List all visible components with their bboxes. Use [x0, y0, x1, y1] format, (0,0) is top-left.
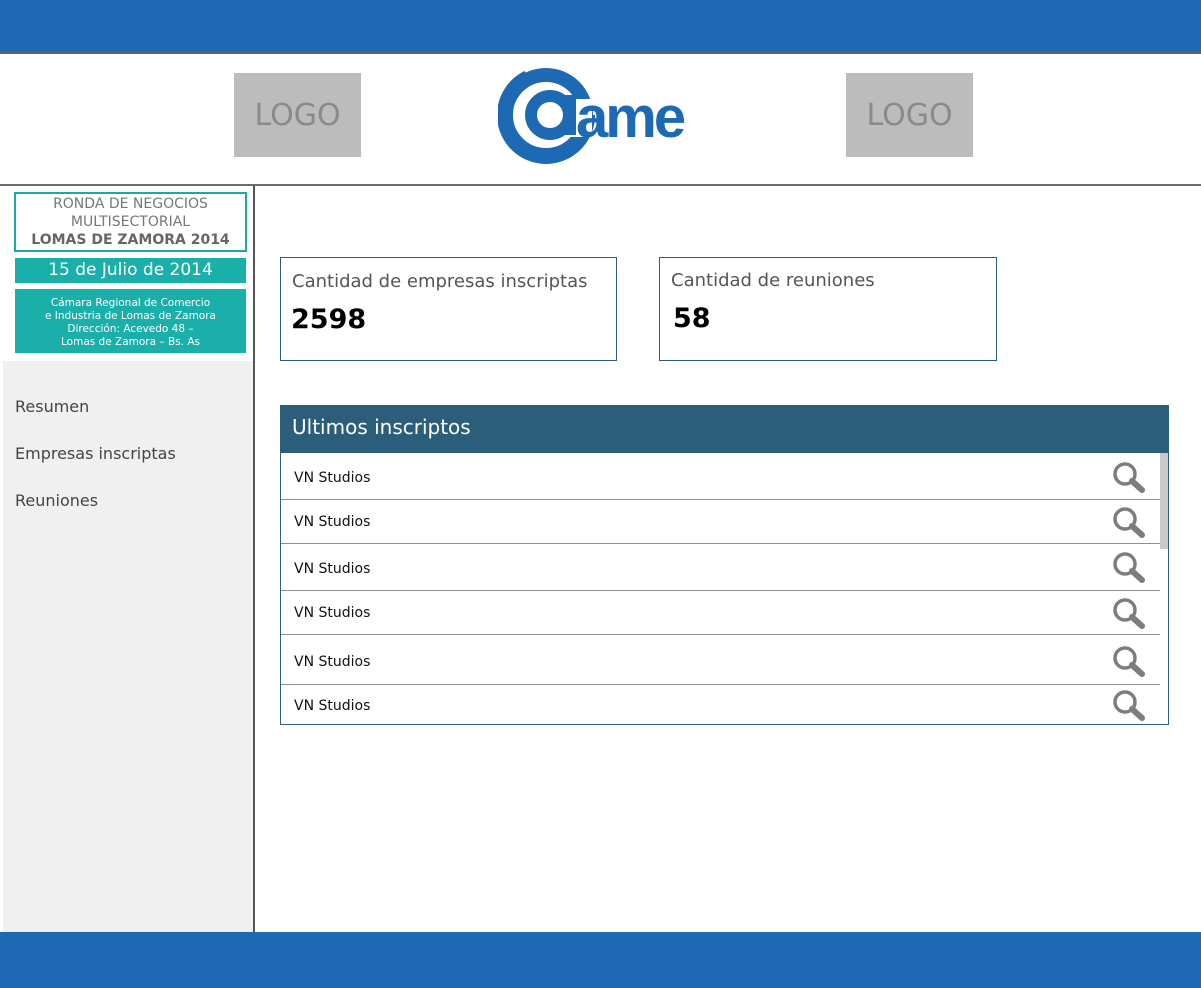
- search-icon[interactable]: [1111, 551, 1147, 583]
- stat-label: Cantidad de reuniones: [671, 270, 875, 291]
- came-logo-text: ame: [576, 85, 685, 150]
- list-scrollbar[interactable]: [1160, 453, 1168, 724]
- event-title-line3: LOMAS DE ZAMORA 2014: [31, 232, 230, 248]
- nav-item-empresas-inscriptas[interactable]: Empresas inscriptas: [15, 444, 176, 463]
- stat-value: 58: [673, 303, 711, 334]
- search-icon[interactable]: [1111, 461, 1147, 493]
- header: LOGO ame LOGO: [0, 54, 1201, 186]
- company-name: VN Studios: [294, 514, 371, 530]
- stat-value: 2598: [291, 304, 367, 335]
- address-line: e Industria de Lomas de Zamora: [45, 310, 216, 322]
- nav-item-resumen[interactable]: Resumen: [15, 397, 89, 416]
- event-title-box: RONDA DE NEGOCIOS MULTISECTORIAL LOMAS D…: [14, 192, 247, 252]
- address-line: Lomas de Zamora – Bs. As: [61, 336, 200, 348]
- list-item[interactable]: VN Studios: [281, 544, 1160, 591]
- company-name: VN Studios: [294, 605, 371, 621]
- company-name: VN Studios: [294, 698, 371, 714]
- event-title-line1: RONDA DE NEGOCIOS: [53, 196, 208, 212]
- bottom-bar: [0, 932, 1201, 988]
- logo-placeholder-right: LOGO: [846, 73, 973, 157]
- company-name: VN Studios: [294, 654, 371, 670]
- search-icon[interactable]: [1111, 506, 1147, 538]
- latest-registrations-panel: Ultimos inscriptos VN Studios VN Studios…: [280, 405, 1169, 725]
- stat-card-empresas: Cantidad de empresas inscriptas 2598: [280, 257, 617, 361]
- top-bar: [0, 0, 1201, 54]
- event-date: 15 de Julio de 2014: [15, 258, 246, 283]
- list-item[interactable]: VN Studios: [281, 591, 1160, 635]
- event-title-line2: MULTISECTORIAL: [70, 214, 191, 230]
- stat-label: Cantidad de empresas inscriptas: [292, 271, 588, 292]
- event-address: Cámara Regional de Comercio e Industria …: [15, 289, 246, 353]
- search-icon[interactable]: [1111, 645, 1147, 677]
- panel-title: Ultimos inscriptos: [281, 406, 1168, 453]
- search-icon[interactable]: [1111, 689, 1147, 721]
- sidebar: RONDA DE NEGOCIOS MULTISECTORIAL LOMAS D…: [3, 186, 255, 932]
- list-item[interactable]: VN Studios: [281, 500, 1160, 544]
- scrollbar-thumb[interactable]: [1160, 453, 1168, 549]
- list-item[interactable]: VN Studios: [281, 635, 1160, 685]
- event-info: RONDA DE NEGOCIOS MULTISECTORIAL LOMAS D…: [3, 186, 253, 361]
- came-logo: ame: [498, 66, 688, 164]
- nav-item-reuniones[interactable]: Reuniones: [15, 491, 98, 510]
- list-item[interactable]: VN Studios: [281, 453, 1160, 500]
- stat-card-reuniones: Cantidad de reuniones 58: [659, 257, 997, 361]
- company-name: VN Studios: [294, 470, 371, 486]
- logo-placeholder-left: LOGO: [234, 73, 361, 157]
- address-line: Dirección: Acevedo 48 –: [67, 323, 194, 335]
- search-icon[interactable]: [1111, 597, 1147, 629]
- company-name: VN Studios: [294, 561, 371, 577]
- list-item[interactable]: VN Studios: [281, 685, 1160, 724]
- address-line: Cámara Regional de Comercio: [50, 297, 211, 309]
